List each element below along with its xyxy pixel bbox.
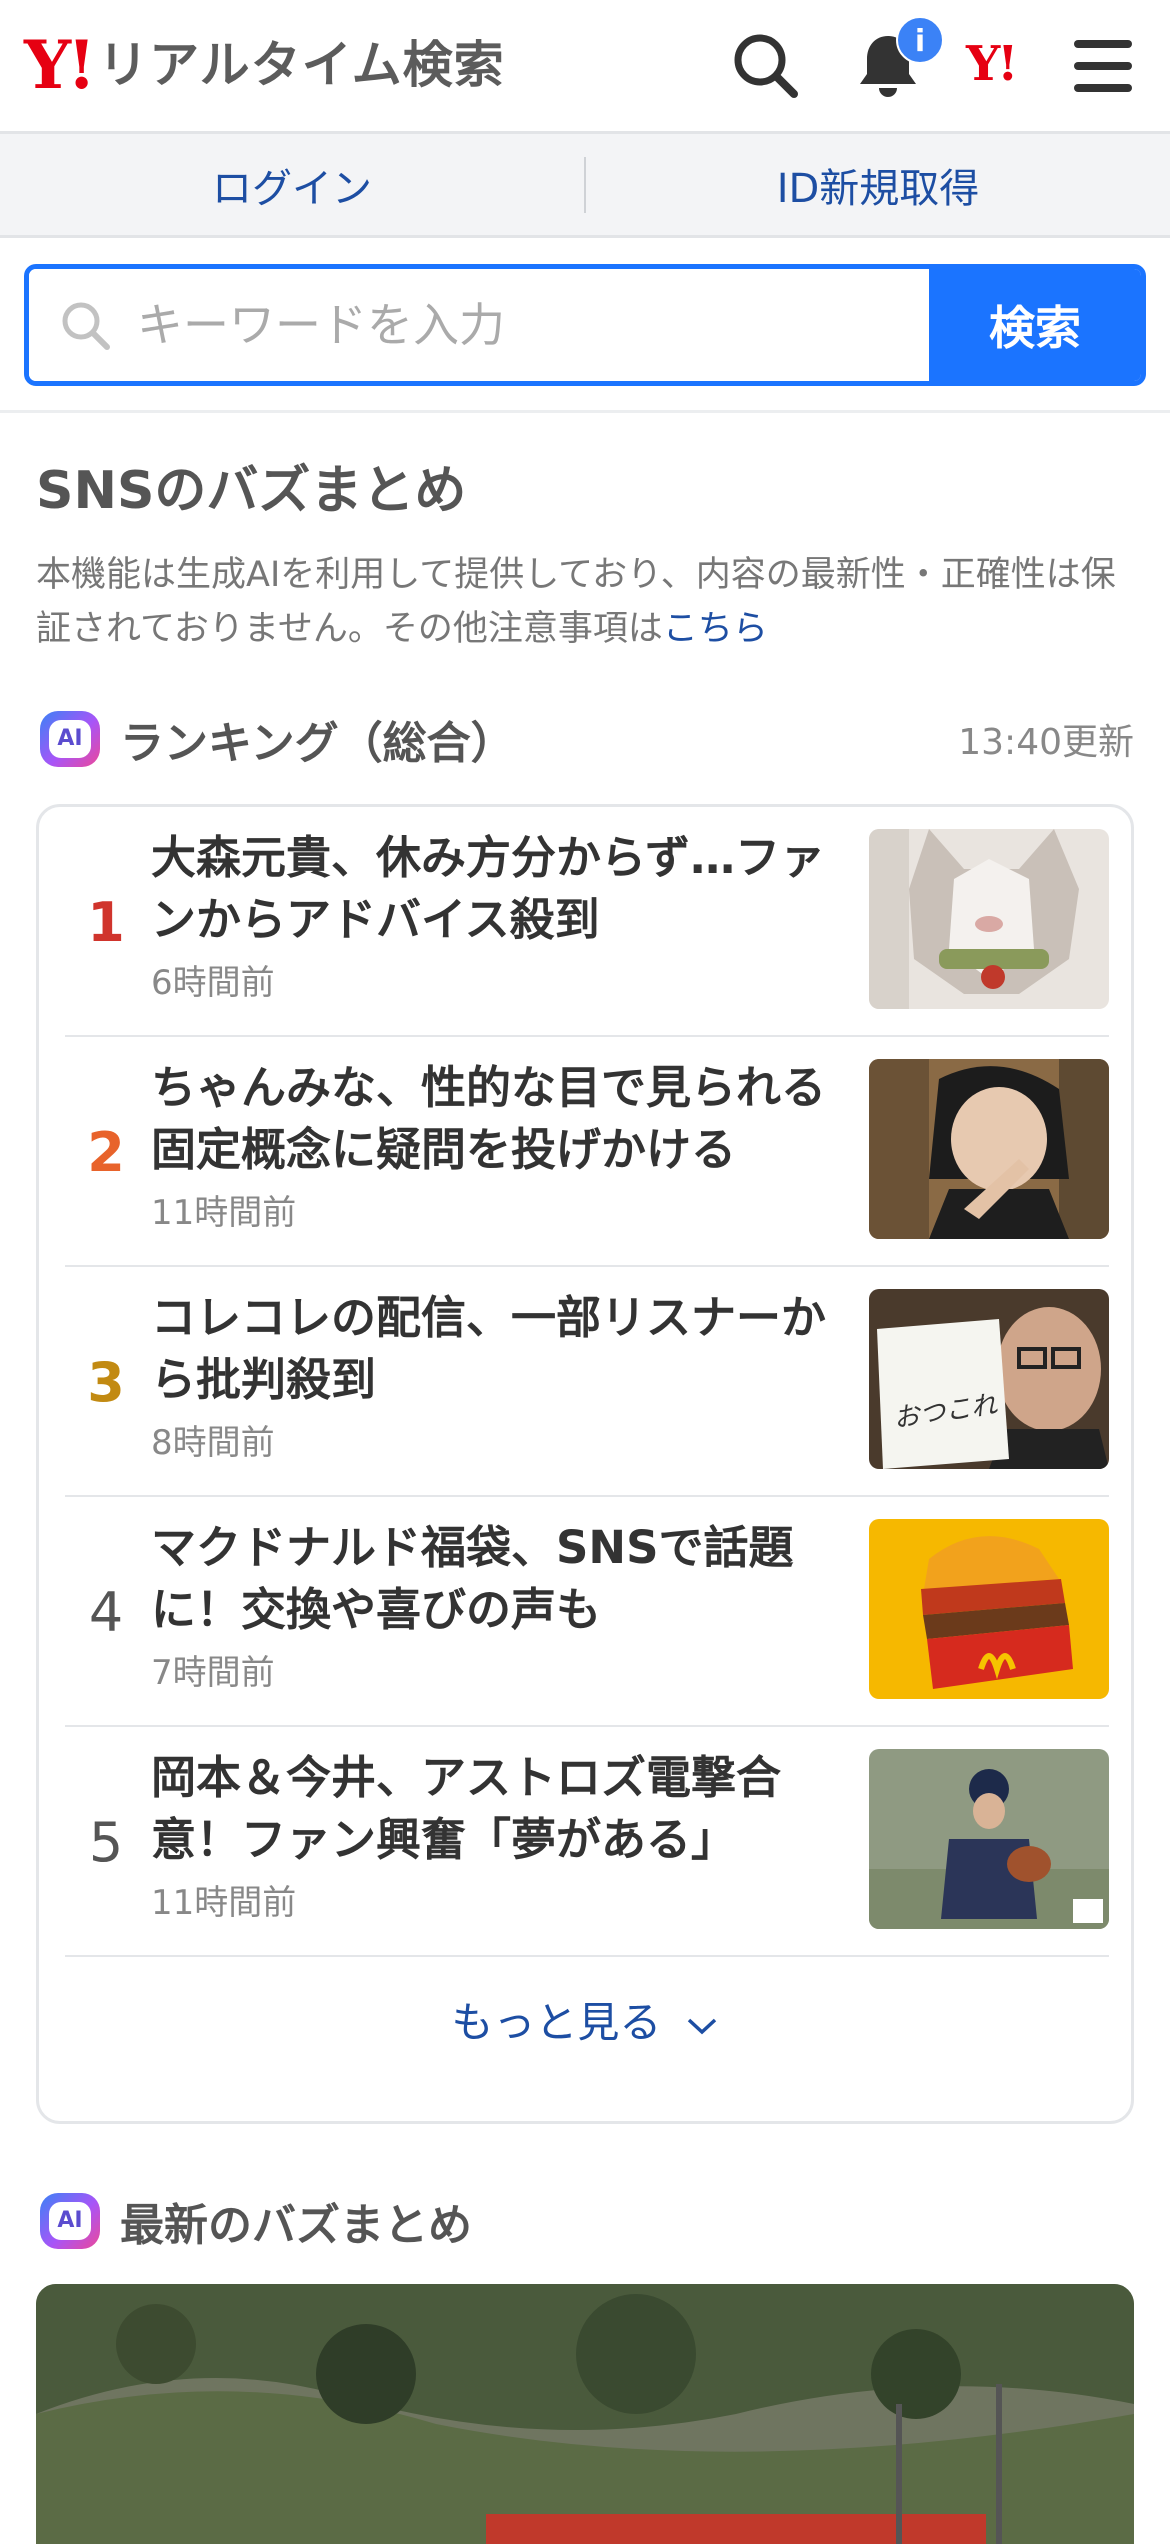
rank-number: 2 [87, 1120, 125, 1184]
ai-icon-label: AI [49, 720, 91, 758]
ranking-item[interactable]: 4 マクドナルド福袋、SNSで話題に！交換や喜びの声も 7時間前 [65, 1497, 1109, 1727]
buzz-section-title: SNSのバズまとめ [36, 461, 467, 521]
ranking-item[interactable]: 3 コレコレの配信、一部リスナーから批判殺到 8時間前 おつこれ [65, 1267, 1109, 1497]
streamer-thumbnail: おつこれ [869, 1289, 1109, 1469]
ranking-item-time: 11時間前 [151, 1193, 297, 1233]
login-link[interactable]: ログイン [0, 156, 584, 214]
logo-mark: Y! [24, 26, 96, 104]
menu-icon[interactable] [1064, 26, 1144, 106]
register-link[interactable]: ID新規取得 [586, 156, 1170, 214]
yahoo-realtime-logo[interactable]: Y! リアルタイム検索 [24, 30, 505, 100]
ranking-item-title: ちゃんみな、性的な目で見られる固定概念に疑問を投げかける [151, 1061, 827, 1176]
person-thumbnail [869, 1059, 1109, 1239]
ai-icon-label: AI [49, 2202, 91, 2240]
search-button[interactable]: 検索 [929, 269, 1141, 381]
section-divider [0, 410, 1170, 413]
ranking-item-title: マクドナルド福袋、SNSで話題に！交換や喜びの声も [151, 1521, 794, 1636]
yahoo-icon[interactable]: Y! [966, 36, 1018, 92]
app-header: Y! リアルタイム検索 i Y! [0, 0, 1170, 134]
search-field[interactable] [29, 269, 929, 381]
disclaimer-text: 本機能は生成AIを利用して提供しており、内容の最新性・正確性は保証されておりませ… [36, 555, 1116, 649]
ranking-item-time: 6時間前 [151, 963, 275, 1003]
ranking-item-time: 8時間前 [151, 1423, 275, 1463]
rank-number: 3 [87, 1350, 125, 1414]
logo-text: リアルタイム検索 [98, 36, 505, 94]
notification-badge: i [896, 16, 944, 64]
latest-title: 最新のバズまとめ [120, 2200, 472, 2251]
ranking-item-time: 11時間前 [151, 1883, 297, 1923]
ranking-item[interactable]: 1 大森元貴、休み方分からず…ファンからアドバイス殺到 6時間前 [65, 807, 1109, 1037]
latest-header: AI 最新のバズまとめ [40, 2186, 472, 2256]
disclaimer-link[interactable]: こちら [663, 609, 768, 649]
ranking-item-title: 岡本＆今井、アストロズ電撃合意！ファン興奮「夢がある」 [151, 1751, 782, 1866]
burger-thumbnail [869, 1519, 1109, 1699]
ranking-header: AI ランキング（総合） 13:40更新 [40, 704, 1134, 774]
rank-number: 1 [87, 890, 125, 954]
auth-bar: ログイン ID新規取得 [0, 134, 1170, 238]
ranking-item[interactable]: 5 岡本＆今井、アストロズ電撃合意！ファン興奮「夢がある」 11時間前 [65, 1727, 1109, 1957]
ranking-card: 1 大森元貴、休み方分からず…ファンからアドバイス殺到 6時間前 2 ちゃんみな… [36, 804, 1134, 2124]
search-icon[interactable] [726, 26, 806, 106]
search-input[interactable] [137, 298, 837, 352]
rank-number: 5 [88, 1810, 124, 1874]
ranking-updated-time: 13:40更新 [958, 722, 1134, 763]
latest-buzz-photo[interactable] [36, 2284, 1134, 2544]
search-box: 検索 [24, 264, 1146, 386]
show-more-button[interactable]: もっと見る [39, 1989, 1131, 2050]
cat-thumbnail [869, 829, 1109, 1009]
chevron-down-icon [687, 2018, 716, 2035]
rank-number: 4 [88, 1580, 124, 1644]
ranking-item-title: 大森元貴、休み方分からず…ファンからアドバイス殺到 [151, 831, 826, 946]
show-more-label: もっと見る [451, 1998, 662, 2047]
ranking-item[interactable]: 2 ちゃんみな、性的な目で見られる固定概念に疑問を投げかける 11時間前 [65, 1037, 1109, 1267]
baseball-thumbnail [869, 1749, 1109, 1929]
ai-disclaimer: 本機能は生成AIを利用して提供しており、内容の最新性・正確性は保証されておりませ… [36, 548, 1146, 656]
ranking-item-time: 7時間前 [151, 1653, 275, 1693]
ai-icon: AI [40, 711, 100, 767]
ai-icon: AI [40, 2193, 100, 2249]
search-field-icon [62, 302, 110, 350]
ranking-item-title: コレコレの配信、一部リスナーから批判殺到 [151, 1291, 827, 1406]
ranking-title: ランキング（総合） [120, 718, 515, 769]
